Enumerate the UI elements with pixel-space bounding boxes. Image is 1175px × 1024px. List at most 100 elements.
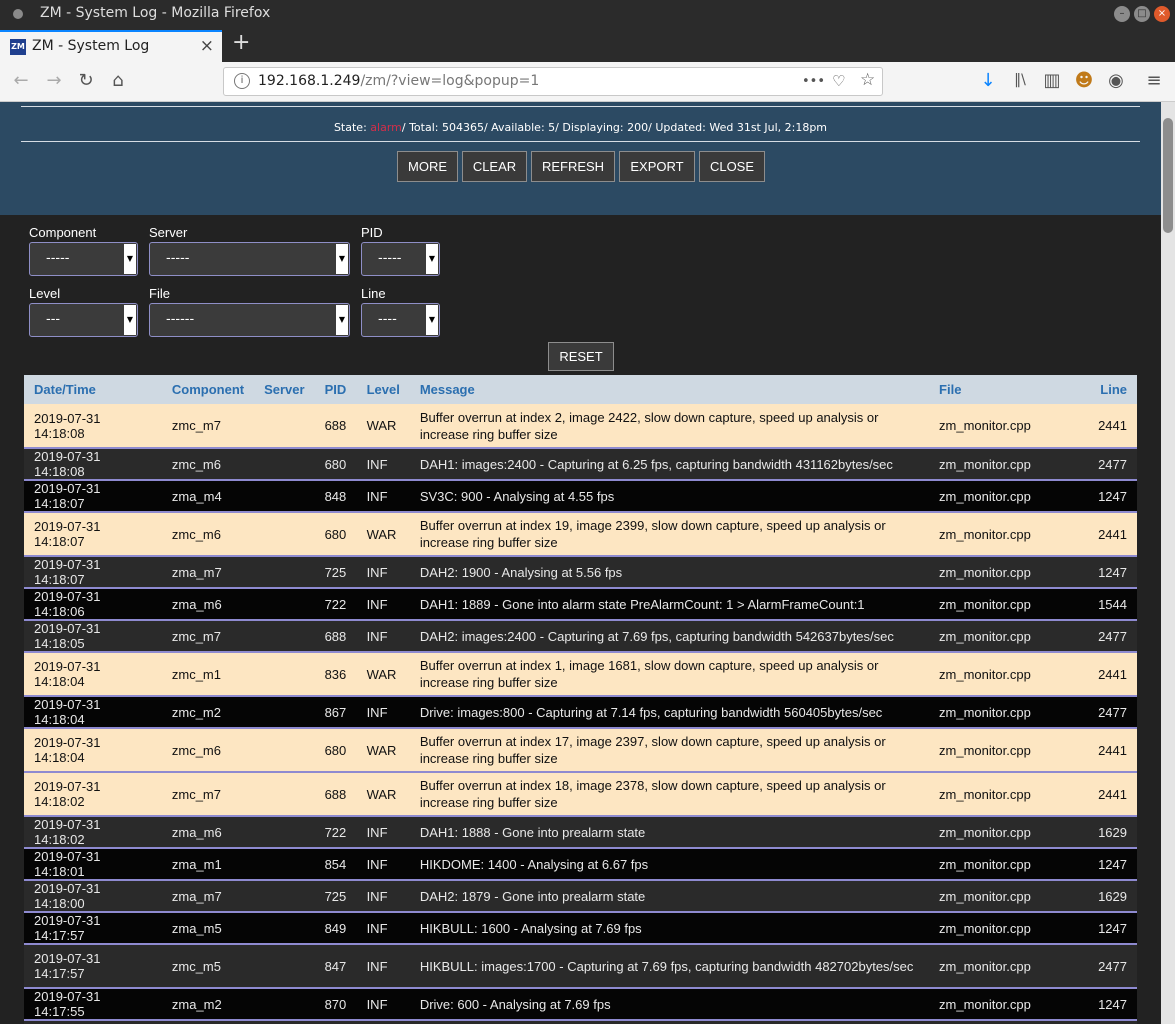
table-row[interactable]: 2019-07-31 14:18:08 zmc_m6 680 INF DAH1: ima… <box>24 448 1137 480</box>
cell-component: zma_m7 <box>171 888 222 904</box>
cell-message: DAH2: 1879 - Gone into prealarm state <box>419 888 646 904</box>
tab-system-log[interactable]: ZM ZM - System Log × <box>0 30 222 62</box>
library-icon[interactable]: ‖\ <box>1008 72 1032 88</box>
column-header-component[interactable]: Component <box>162 375 254 404</box>
server-filter-select[interactable]: ----- ▼ <box>149 242 350 276</box>
url-bar[interactable]: i 192.168.1.249/zm/?view=log&popup=1 •••… <box>223 67 883 96</box>
cell-level: WAR <box>366 786 397 802</box>
cell-datetime: 2019-07-31 14:17:57 <box>34 951 101 981</box>
cell-component: zma_m1 <box>171 856 222 872</box>
new-tab-icon[interactable]: + <box>232 30 250 55</box>
column-header-server[interactable]: Server <box>254 375 314 404</box>
table-row[interactable]: 2019-07-31 14:18:05 zmc_m7 688 INF DAH2: ima… <box>24 620 1137 652</box>
column-header-pid[interactable]: PID <box>315 375 357 404</box>
cell-message: HIKBULL: 1600 - Analysing at 7.69 fps <box>419 920 642 936</box>
cell-server <box>254 480 314 512</box>
reset-button[interactable]: RESET <box>548 342 614 371</box>
table-row[interactable]: 2019-07-31 14:17:55 zma_m2 870 INF Drive: 60… <box>24 988 1137 1020</box>
page-actions-icon[interactable]: ••• <box>802 74 825 89</box>
account-icon[interactable]: ◉ <box>1104 70 1128 91</box>
cell-component: zmc_m5 <box>171 958 221 974</box>
table-row[interactable]: 2019-07-31 14:18:07 zmc_m6 680 WAR Buffer ov… <box>24 512 1137 556</box>
cell-line: 1544 <box>1098 596 1127 612</box>
more-button[interactable]: MORE <box>397 151 458 182</box>
table-row[interactable]: 2019-07-31 14:18:04 zmc_m1 836 WAR Buffer ov… <box>24 652 1137 696</box>
clear-button[interactable]: CLEAR <box>462 151 527 182</box>
tab-close-icon[interactable]: × <box>200 36 214 56</box>
table-row[interactable]: 2019-07-31 14:18:08 zmc_m7 688 WAR Buffer ov… <box>24 404 1137 448</box>
cell-file: zm_monitor.cpp <box>939 456 1031 472</box>
bookmark-star-icon[interactable]: ☆ <box>860 70 875 90</box>
site-info-icon[interactable]: i <box>234 73 250 89</box>
pocket-icon[interactable]: ♡ <box>832 72 845 90</box>
level-filter-select[interactable]: --- ▼ <box>29 303 138 337</box>
menu-icon[interactable]: ≡ <box>1142 70 1166 91</box>
column-header-datetime[interactable]: Date/Time <box>24 375 162 404</box>
page-header: State: alarm/ Total: 504365/ Available: … <box>0 102 1161 215</box>
cell-line: 2441 <box>1098 786 1127 802</box>
level-filter-label: Level <box>29 286 61 301</box>
cell-datetime: 2019-07-31 14:18:08 <box>34 410 101 441</box>
cell-datetime: 2019-07-31 14:18:06 <box>34 589 101 619</box>
table-row[interactable]: 2019-07-31 14:18:02 zmc_m7 688 WAR Buffer ov… <box>24 772 1137 816</box>
table-row[interactable]: 2019-07-31 14:18:06 zma_m6 722 INF DAH1: 188… <box>24 588 1137 620</box>
forward-icon[interactable]: → <box>42 70 66 91</box>
column-header-file[interactable]: File <box>929 375 1051 404</box>
refresh-button[interactable]: REFRESH <box>531 151 615 182</box>
table-row[interactable]: 2019-07-31 14:18:07 zma_m7 725 INF DAH2: 190… <box>24 556 1137 588</box>
cell-message: DAH2: 1900 - Analysing at 5.56 fps <box>419 564 623 580</box>
table-row[interactable]: 2019-07-31 14:18:04 zmc_m6 680 WAR Buffer ov… <box>24 728 1137 772</box>
cell-file: zm_monitor.cpp <box>939 888 1031 904</box>
file-filter-value: ------ <box>166 312 195 327</box>
maximize-icon[interactable]: □ <box>1134 6 1150 22</box>
window-close-icon[interactable]: × <box>1154 6 1170 22</box>
cell-file: zm_monitor.cpp <box>939 742 1031 758</box>
minimize-icon[interactable]: – <box>1114 6 1130 22</box>
back-icon[interactable]: ← <box>9 70 33 91</box>
file-filter-select[interactable]: ------ ▼ <box>149 303 350 337</box>
table-row[interactable]: 2019-07-31 14:17:57 zmc_m5 847 INF HIKBULL: … <box>24 944 1137 988</box>
tampermonkey-icon[interactable]: ☻ <box>1072 70 1096 91</box>
column-header-line[interactable]: Line <box>1051 375 1137 404</box>
cell-file: zm_monitor.cpp <box>929 1020 1051 1024</box>
table-row[interactable]: 2019-07-31 14:17:53zmc_m1 836INFHIKDOME: … <box>24 1020 1137 1024</box>
cell-server <box>254 652 314 696</box>
cell-line: 1247 <box>1098 920 1127 936</box>
cell-message: HIKBULL: images:1700 - Capturing at 7.69… <box>419 958 914 974</box>
column-header-level[interactable]: Level <box>357 375 410 404</box>
cell-component: zmc_m2 <box>171 704 221 720</box>
cell-server <box>254 816 314 848</box>
line-filter-select[interactable]: ---- ▼ <box>361 303 440 337</box>
cell-pid: 867 <box>324 704 347 720</box>
reload-icon[interactable]: ↻ <box>74 70 98 91</box>
scrollbar-thumb[interactable] <box>1163 118 1173 233</box>
sidebar-icon[interactable]: ▥ <box>1040 70 1064 91</box>
cell-datetime: 2019-07-31 14:18:04 <box>34 735 101 765</box>
cell-pid: 680 <box>324 456 347 472</box>
component-filter-select[interactable]: ----- ▼ <box>29 242 138 276</box>
page-scrollbar[interactable] <box>1161 102 1175 1024</box>
export-button[interactable]: EXPORT <box>619 151 695 182</box>
table-row[interactable]: 2019-07-31 14:18:01 zma_m1 854 INF HIKDOME: … <box>24 848 1137 880</box>
table-row[interactable]: 2019-07-31 14:18:04 zmc_m2 867 INF Drive: im… <box>24 696 1137 728</box>
cell-message: HIKDOME: 1400 - Analysing at 6.67 fps <box>419 856 649 872</box>
table-row[interactable]: 2019-07-31 14:17:57 zma_m5 849 INF HIKBULL: … <box>24 912 1137 944</box>
cell-server <box>254 880 314 912</box>
pid-filter-select[interactable]: ----- ▼ <box>361 242 440 276</box>
cell-datetime: 2019-07-31 14:17:57 <box>34 913 101 943</box>
home-icon[interactable]: ⌂ <box>106 70 130 91</box>
cell-pid: 688 <box>324 628 347 644</box>
table-row[interactable]: 2019-07-31 14:18:07 zma_m4 848 INF SV3C: 900… <box>24 480 1137 512</box>
cell-component: zmc_m6 <box>171 456 221 472</box>
table-row[interactable]: 2019-07-31 14:18:00 zma_m7 725 INF DAH2: 187… <box>24 880 1137 912</box>
cell-level: WAR <box>366 742 397 758</box>
close-button[interactable]: CLOSE <box>699 151 765 182</box>
column-header-message[interactable]: Message <box>410 375 929 404</box>
cell-level: INF <box>366 704 388 720</box>
cell-message: Buffer overrun at index 2, image 2422, s… <box>419 409 879 442</box>
table-row[interactable]: 2019-07-31 14:18:02 zma_m6 722 INF DAH1: 188… <box>24 816 1137 848</box>
cell-level: INF <box>366 996 388 1012</box>
cell-datetime: 2019-07-31 14:18:07 <box>34 557 101 587</box>
app-menu-icon[interactable] <box>13 9 23 19</box>
downloads-icon[interactable]: ↓ <box>976 70 1000 91</box>
